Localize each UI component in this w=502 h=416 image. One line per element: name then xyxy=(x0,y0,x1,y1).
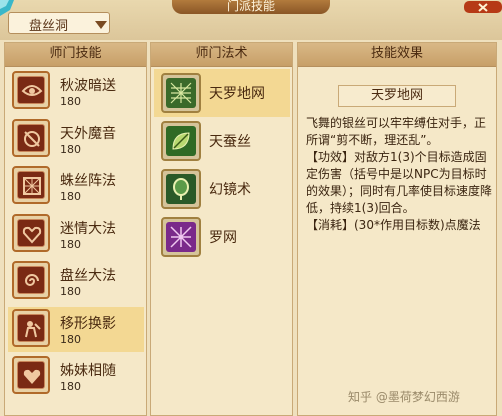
skill-item[interactable]: 姊妹相随 180 xyxy=(8,354,144,399)
effect-description-line: 飞舞的银丝可以牢牢缚住对手，正所谓“剪不断，理还乱”。 xyxy=(306,116,487,147)
skill-item[interactable]: 秋波暗送 180 xyxy=(8,69,144,114)
effect-panel-header: 技能效果 xyxy=(298,43,496,67)
skill-name: 移形换影 xyxy=(60,315,116,332)
skill-item[interactable]: 迷情大法 180 xyxy=(8,212,144,257)
spell-name: 幻镜术 xyxy=(209,182,251,198)
skill-level: 180 xyxy=(60,142,81,156)
skill-level: 180 xyxy=(60,332,81,346)
skill-item[interactable]: 天外魔音 180 xyxy=(8,117,144,162)
shadow-figure-icon xyxy=(12,308,50,347)
skill-level: 180 xyxy=(60,190,81,203)
effect-panel: 技能效果 天罗地网 飞舞的银丝可以牢牢缚住对手，正所谓“剪不断，理还乱”。 【功… xyxy=(297,42,497,416)
web-square-icon xyxy=(12,166,50,204)
spell-name: 天蚕丝 xyxy=(209,134,251,150)
lute-icon xyxy=(12,118,50,157)
skills-panel: 师门技能 秋波暗送 180 天外魔音 180 蛛丝阵法 180 迷情大法 180 盘丝大法 180… xyxy=(4,42,147,416)
skill-name: 盘丝大法 xyxy=(60,268,116,284)
spell-name: 罗网 xyxy=(209,230,237,246)
skills-panel-header: 师门技能 xyxy=(5,43,146,67)
spell-item[interactable]: 罗网 xyxy=(154,213,290,261)
spells-panel: 师门法术 天罗地网天蚕丝幻镜术罗网 xyxy=(150,42,293,416)
skill-name: 蛛丝阵法 xyxy=(60,173,116,189)
chevron-down-icon xyxy=(95,21,107,29)
skill-level: 180 xyxy=(60,95,81,108)
skill-name: 迷情大法 xyxy=(60,220,116,237)
skill-item[interactable]: 移形换影 180 xyxy=(8,306,144,352)
effect-description: 飞舞的银丝可以牢牢缚住对手，正所谓“剪不断，理还乱”。 【功效】对敌方1(3)个… xyxy=(306,115,494,234)
school-dropdown[interactable]: 盘丝洞 xyxy=(8,12,110,34)
heart-icon xyxy=(12,356,50,394)
spell-item[interactable]: 天罗地网 xyxy=(154,69,290,117)
spell-item[interactable]: 天蚕丝 xyxy=(154,117,290,165)
eye-wave-icon xyxy=(12,71,50,109)
school-dropdown-value: 盘丝洞 xyxy=(29,19,69,34)
spell-item[interactable]: 幻镜术 xyxy=(154,165,290,213)
heart-swirl-icon xyxy=(12,213,50,252)
skill-level: 180 xyxy=(60,237,81,251)
effect-description-line: 【功效】对敌方1(3)个目标造成固定伤害（括号中是以NPC为目标时的效果）；同时… xyxy=(306,150,493,215)
spell-name: 天罗地网 xyxy=(209,86,265,102)
skill-name: 姊妹相随 xyxy=(60,363,116,379)
skill-name: 天外魔音 xyxy=(60,125,116,142)
skill-item[interactable]: 蛛丝阵法 180 xyxy=(8,164,144,209)
effect-spell-name: 天罗地网 xyxy=(338,85,456,107)
skill-level: 180 xyxy=(60,380,81,393)
skill-item[interactable]: 盘丝大法 180 xyxy=(8,259,144,304)
window-title: 门派技能 xyxy=(172,0,330,14)
effect-description-line: 【消耗】(30*作用目标数)点魔法 xyxy=(306,218,481,232)
mirror-icon xyxy=(161,169,201,209)
watermark: 知乎 @墨荷梦幻西游 xyxy=(348,390,460,404)
spiral-icon xyxy=(12,261,50,299)
purple-net-icon xyxy=(161,217,201,257)
spells-panel-header: 师门法术 xyxy=(151,43,292,67)
skill-level: 180 xyxy=(60,285,81,298)
net-icon xyxy=(161,73,201,113)
close-icon[interactable] xyxy=(464,0,502,14)
silk-leaf-icon xyxy=(161,121,201,161)
skill-name: 秋波暗送 xyxy=(60,78,116,94)
